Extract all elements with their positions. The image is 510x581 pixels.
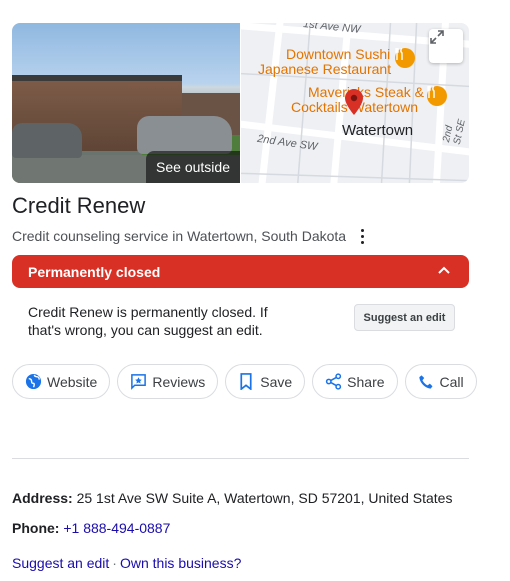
call-button[interactable]: Call (404, 364, 477, 399)
car-image (12, 123, 82, 158)
business-category: Credit counseling service in Watertown, … (12, 228, 347, 244)
place-label: Mavericks Steak & (308, 84, 424, 100)
action-chips: Website Reviews Save Share Call (12, 364, 477, 399)
phone-row: Phone: +1 888-494-0887 (12, 520, 170, 536)
phone-icon (417, 373, 435, 391)
see-outside-button[interactable]: See outside (146, 151, 240, 183)
save-button[interactable]: Save (225, 364, 306, 399)
location-pin-icon[interactable] (345, 89, 363, 115)
place-label: Downtown Sushi (286, 46, 391, 62)
address-value: 25 1st Ave SW Suite A, Watertown, SD 572… (76, 490, 453, 506)
chevron-up-icon[interactable] (437, 264, 451, 278)
own-business-link[interactable]: Own this business? (120, 555, 241, 571)
expand-map-button[interactable] (429, 29, 463, 63)
globe-icon (24, 373, 42, 391)
restaurant-icon[interactable] (395, 48, 415, 68)
city-label: Watertown (342, 122, 414, 139)
chip-label: Website (47, 373, 98, 390)
chip-label: Share (347, 373, 385, 390)
address-row: Address: 25 1st Ave SW Suite A, Watertow… (12, 490, 452, 506)
expand-icon (430, 30, 444, 44)
address-label: Address: (12, 490, 73, 506)
chip-label: Save (260, 373, 293, 390)
map-thumbnail[interactable]: 1st Ave NW 2nd Ave SW 2nd St SE Downtown… (241, 23, 469, 183)
closed-message: Credit Renew is permanently closed. If t… (28, 304, 268, 338)
permanently-closed-banner[interactable]: Permanently closed (12, 255, 469, 288)
reviews-icon (129, 373, 147, 391)
restaurant-icon[interactable] (427, 86, 447, 106)
share-icon (324, 373, 342, 391)
divider (12, 458, 469, 459)
business-name: Credit Renew (12, 193, 146, 218)
chip-label: Call (439, 373, 464, 390)
status-label: Permanently closed (28, 263, 161, 280)
footer-links: Suggest an edit · Own this business? (12, 555, 241, 571)
bookmark-icon (237, 373, 255, 391)
place-label: Japanese Restaurant (258, 61, 392, 77)
phone-label: Phone: (12, 520, 60, 536)
website-button[interactable]: Website (12, 364, 111, 399)
chip-label: Reviews (152, 373, 206, 390)
suggest-edit-link[interactable]: Suggest an edit (12, 555, 109, 571)
phone-link[interactable]: +1 888-494-0887 (63, 520, 170, 536)
share-button[interactable]: Share (312, 364, 398, 399)
street-view-photo[interactable]: See outside (12, 23, 240, 183)
car-image (137, 116, 232, 154)
separator: · (112, 555, 117, 571)
suggest-edit-button[interactable]: Suggest an edit (354, 304, 455, 331)
reviews-button[interactable]: Reviews (117, 364, 219, 399)
more-options-icon[interactable] (356, 226, 368, 244)
